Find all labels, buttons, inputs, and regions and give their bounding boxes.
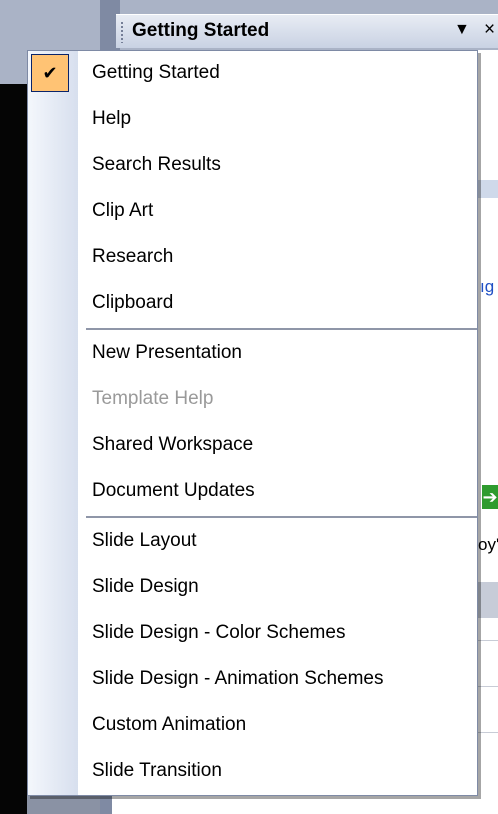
menu-item-label: Document Updates — [92, 480, 255, 501]
menu-item-slide-design-animation-schemes[interactable]: Slide Design - Animation Schemes — [28, 657, 477, 703]
task-pane-title[interactable]: Getting Started — [132, 20, 269, 42]
task-pane-header[interactable]: Getting Started ▼ × — [116, 14, 498, 48]
task-pane-text-fragment: oy' — [478, 535, 498, 554]
menu-item-shared-workspace[interactable]: Shared Workspace — [28, 423, 477, 469]
menu-item-label: Slide Design - Color Schemes — [92, 622, 346, 643]
menu-item-label: Clipboard — [92, 292, 174, 313]
menu-item-label: Slide Transition — [92, 760, 222, 781]
menu-item-label: Custom Animation — [92, 714, 247, 735]
menu-item-slide-transition[interactable]: Slide Transition — [28, 749, 477, 795]
menu-item-search-results[interactable]: Search Results — [28, 143, 477, 189]
menu-item-slide-design[interactable]: Slide Design — [28, 565, 477, 611]
menu-item-label: Slide Design - Animation Schemes — [92, 668, 384, 689]
go-arrow-icon[interactable]: ➔ — [482, 485, 498, 509]
menu-item-research[interactable]: Research — [28, 235, 477, 281]
task-pane-link-fragment[interactable]: ıg — [480, 277, 494, 297]
close-icon[interactable]: × — [484, 19, 495, 41]
menu-item-label: Clip Art — [92, 200, 154, 221]
grip-handle-icon[interactable] — [120, 21, 124, 43]
menu-item-slide-design-color-schemes[interactable]: Slide Design - Color Schemes — [28, 611, 477, 657]
menu-item-label: Template Help — [92, 388, 214, 409]
menu-item-label: Shared Workspace — [92, 434, 254, 455]
triangle-down-icon[interactable]: ▼ — [454, 21, 470, 39]
menu-item-label: Slide Layout — [92, 530, 197, 551]
menu-separator — [86, 516, 477, 518]
menu-item-slide-layout[interactable]: Slide Layout — [28, 519, 477, 565]
menu-item-template-help: Template Help — [28, 377, 477, 423]
menu-item-clipboard[interactable]: Clipboard — [28, 281, 477, 327]
menu-separator — [86, 328, 477, 330]
menu-item-label: Search Results — [92, 154, 221, 175]
menu-item-label: Slide Design — [92, 576, 199, 597]
menu-item-clip-art[interactable]: Clip Art — [28, 189, 477, 235]
menu-item-document-updates[interactable]: Document Updates — [28, 469, 477, 515]
menu-item-label: Getting Started — [92, 62, 220, 83]
menu-item-label: New Presentation — [92, 342, 242, 363]
menu-item-label: Help — [92, 108, 132, 129]
menu-item-custom-animation[interactable]: Custom Animation — [28, 703, 477, 749]
task-pane-menu: ✔ Getting Started Help Search Results Clip A… — [27, 50, 478, 796]
menu-item-help[interactable]: Help — [28, 97, 477, 143]
menu-item-label: Research — [92, 246, 174, 267]
checkmark-icon: ✔ — [31, 54, 69, 92]
menu-item-new-presentation[interactable]: New Presentation — [28, 331, 477, 377]
menu-item-getting-started[interactable]: ✔ Getting Started — [28, 51, 477, 97]
slide-area-dark — [0, 84, 27, 814]
